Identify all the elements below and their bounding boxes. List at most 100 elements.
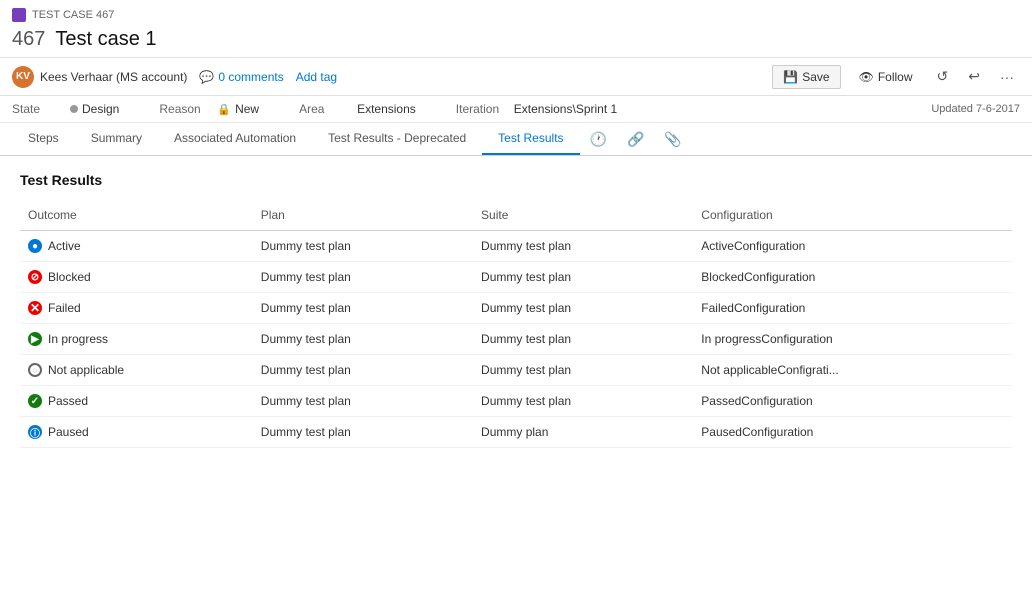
outcome-cell-5: ✓ Passed (20, 386, 253, 417)
area-value: Extensions (357, 102, 416, 116)
attachment-button[interactable]: 📎 (654, 125, 691, 154)
comments-link[interactable]: 💬 0 comments (199, 70, 283, 84)
state-group: State Design (12, 102, 119, 116)
work-item-title-row: 467 Test case 1 (12, 24, 1020, 57)
updated-info: Updated 7-6-2017 (931, 103, 1020, 115)
area-label: Area (299, 102, 349, 116)
iteration-text: Extensions\Sprint 1 (514, 102, 617, 116)
reason-label: Reason (159, 102, 209, 116)
config-cell-1: BlockedConfiguration (693, 262, 1012, 293)
lock-icon: 🔒 (217, 103, 231, 116)
outcome-cell-3: ▶ In progress (20, 324, 253, 355)
col-outcome: Outcome (20, 204, 253, 231)
link-button[interactable]: 🔗 (617, 125, 654, 154)
plan-cell-6: Dummy test plan (253, 417, 473, 448)
suite-cell-4: Dummy test plan (473, 355, 693, 386)
eye-icon: 👁 (859, 70, 874, 84)
outcome-icon-2: ✕ (28, 301, 42, 315)
state-text: Design (82, 102, 119, 116)
plan-cell-4: Dummy test plan (253, 355, 473, 386)
table-row: ✓ Passed Dummy test plan Dummy test plan… (20, 386, 1012, 417)
config-cell-6: PausedConfiguration (693, 417, 1012, 448)
more-button[interactable]: ··· (994, 65, 1020, 89)
outcome-label-5: Passed (48, 394, 88, 408)
table-row: ◌ Not applicable Dummy test plan Dummy t… (20, 355, 1012, 386)
save-icon: 💾 (783, 70, 798, 84)
area-group: Area Extensions (299, 102, 416, 116)
suite-cell-1: Dummy test plan (473, 262, 693, 293)
outcome-icon-5: ✓ (28, 394, 42, 408)
table-row: ● Active Dummy test plan Dummy test plan… (20, 231, 1012, 262)
table-row: ⓘ Paused Dummy test plan Dummy plan Paus… (20, 417, 1012, 448)
tab-test-results-deprecated[interactable]: Test Results - Deprecated (312, 123, 482, 155)
history-button[interactable]: 🕐 (580, 125, 617, 154)
work-item-type: TEST CASE 467 (12, 4, 1020, 24)
state-value: Design (70, 102, 119, 116)
table-row: ⊘ Blocked Dummy test plan Dummy test pla… (20, 262, 1012, 293)
outcome-label-1: Blocked (48, 270, 91, 284)
config-cell-0: ActiveConfiguration (693, 231, 1012, 262)
iteration-group: Iteration Extensions\Sprint 1 (456, 102, 617, 116)
plan-cell-3: Dummy test plan (253, 324, 473, 355)
toolbar: KV Kees Verhaar (MS account) 💬 0 comment… (0, 58, 1032, 96)
tab-summary[interactable]: Summary (75, 123, 158, 155)
outcome-icon-4: ◌ (28, 363, 42, 377)
outcome-icon-6: ⓘ (28, 425, 42, 439)
col-configuration: Configuration (693, 204, 1012, 231)
suite-cell-3: Dummy test plan (473, 324, 693, 355)
suite-cell-5: Dummy test plan (473, 386, 693, 417)
iteration-label: Iteration (456, 102, 506, 116)
outcome-cell-4: ◌ Not applicable (20, 355, 253, 386)
reason-value: 🔒 New (217, 102, 259, 116)
content-area: Test Results Outcome Plan Suite Configur… (0, 156, 1032, 570)
user-avatar: KV (12, 66, 34, 88)
fields-row: State Design Reason 🔒 New Area Extension… (0, 96, 1032, 123)
comments-count: 0 comments (218, 70, 283, 84)
tab-associated-automation[interactable]: Associated Automation (158, 123, 312, 155)
table-row: ▶ In progress Dummy test plan Dummy test… (20, 324, 1012, 355)
save-button[interactable]: 💾 Save (772, 65, 840, 89)
reason-text: New (235, 102, 259, 116)
refresh-button[interactable]: ↺ (931, 64, 955, 89)
tab-test-results[interactable]: Test Results (482, 123, 579, 155)
config-cell-5: PassedConfiguration (693, 386, 1012, 417)
col-suite: Suite (473, 204, 693, 231)
config-cell-3: In progressConfiguration (693, 324, 1012, 355)
plan-cell-5: Dummy test plan (253, 386, 473, 417)
user-name: Kees Verhaar (MS account) (40, 70, 187, 84)
table-row: ✕ Failed Dummy test plan Dummy test plan… (20, 293, 1012, 324)
save-label: Save (802, 70, 829, 84)
outcome-cell-6: ⓘ Paused (20, 417, 253, 448)
work-item-name: Test case 1 (55, 28, 156, 51)
config-cell-4: Not applicableConfigrati... (693, 355, 1012, 386)
area-text: Extensions (357, 102, 416, 116)
suite-cell-0: Dummy test plan (473, 231, 693, 262)
test-case-icon (12, 8, 26, 22)
outcome-label-6: Paused (48, 425, 89, 439)
outcome-cell-0: ● Active (20, 231, 253, 262)
undo-button[interactable]: ↩ (962, 64, 986, 89)
suite-cell-2: Dummy test plan (473, 293, 693, 324)
config-cell-2: FailedConfiguration (693, 293, 1012, 324)
outcome-label-4: Not applicable (48, 363, 124, 377)
plan-cell-0: Dummy test plan (253, 231, 473, 262)
results-table: Outcome Plan Suite Configuration ● Activ… (20, 204, 1012, 448)
toolbar-right: 💾 Save 👁 Follow ↺ ↩ ··· (772, 64, 1020, 89)
outcome-label-3: In progress (48, 332, 108, 346)
iteration-value: Extensions\Sprint 1 (514, 102, 617, 116)
user-info: KV Kees Verhaar (MS account) (12, 66, 187, 88)
state-dot (70, 105, 78, 113)
tabs-row: Steps Summary Associated Automation Test… (0, 123, 1032, 156)
plan-cell-2: Dummy test plan (253, 293, 473, 324)
outcome-icon-1: ⊘ (28, 270, 42, 284)
outcome-cell-2: ✕ Failed (20, 293, 253, 324)
tab-steps[interactable]: Steps (12, 123, 75, 155)
add-tag-link[interactable]: Add tag (296, 70, 337, 84)
work-item-type-label: TEST CASE 467 (32, 9, 114, 21)
plan-cell-1: Dummy test plan (253, 262, 473, 293)
follow-button[interactable]: 👁 Follow (849, 66, 923, 88)
comment-icon: 💬 (199, 70, 214, 84)
outcome-label-0: Active (48, 239, 81, 253)
work-item-id: 467 (12, 28, 45, 51)
col-plan: Plan (253, 204, 473, 231)
